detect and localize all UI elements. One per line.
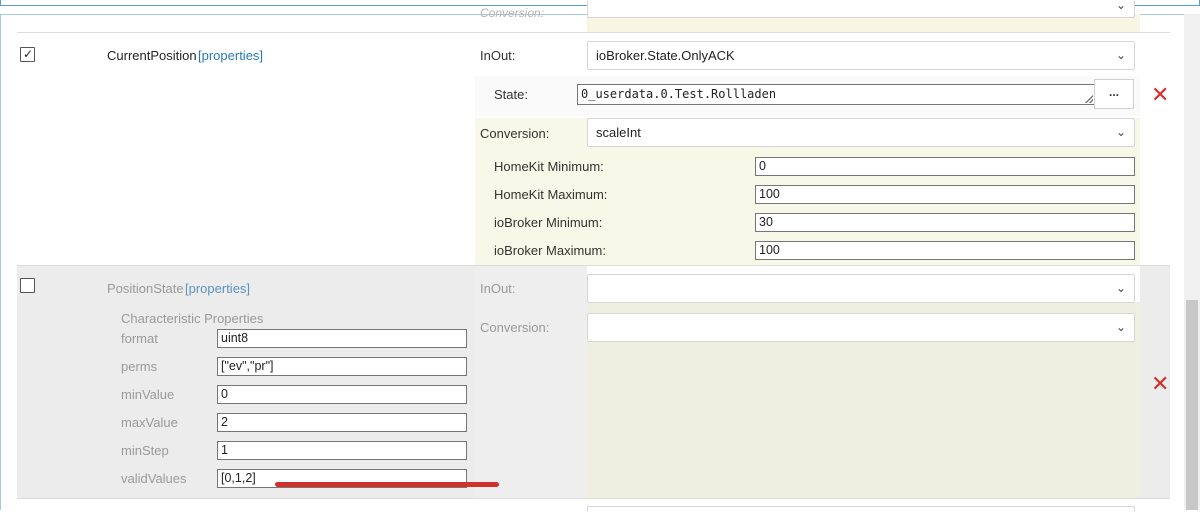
characteristic-name: CurrentPosition (107, 48, 197, 63)
maxvalue-input[interactable]: 2 (217, 413, 467, 432)
inout-label: InOut: (480, 281, 516, 296)
prop-label: minValue (121, 387, 175, 402)
prop-label: validValues (121, 471, 187, 486)
minstep-input[interactable]: 1 (217, 441, 467, 460)
state-label: State: (494, 87, 528, 102)
state-id-input[interactable]: 0_userdata.0.Test.Rollladen (577, 84, 1095, 105)
prop-value: 0 (221, 387, 228, 401)
param-label: ioBroker Maximum: (494, 243, 606, 258)
homekit-minimum-input[interactable]: 0 (755, 157, 1135, 176)
inout-label: InOut: (480, 48, 516, 63)
disabled-row-mid-bg (475, 266, 587, 498)
chevron-down-icon: ⌄ (1115, 281, 1126, 295)
inout-select[interactable]: ⌄ (587, 274, 1135, 303)
prop-value: 1 (221, 443, 228, 457)
inout-select[interactable]: ioBroker.State.OnlyACK ⌄ (587, 41, 1135, 70)
inout-select-value: ioBroker.State.OnlyACK (596, 48, 735, 63)
browse-state-button[interactable]: ... (1094, 79, 1134, 109)
minvalue-input[interactable]: 0 (217, 385, 467, 404)
param-label: ioBroker Minimum: (494, 215, 603, 230)
prop-label: maxValue (121, 415, 178, 430)
delete-icon[interactable]: ✕ (1151, 84, 1169, 106)
perms-input[interactable]: ["ev","pr"] (217, 357, 467, 376)
state-id-value: 0_userdata.0.Test.Rollladen (581, 87, 777, 101)
row-enable-checkbox[interactable] (20, 278, 35, 293)
row-divider (17, 498, 1170, 499)
disabled-row-left-bg (17, 266, 475, 498)
resize-handle-icon[interactable] (1085, 95, 1093, 103)
param-label: HomeKit Maximum: (494, 187, 608, 202)
characteristic-name: PositionState (107, 281, 184, 296)
chevron-down-icon: ⌄ (1115, 320, 1126, 334)
conversion-select[interactable]: ⌄ (587, 313, 1135, 342)
annotation-underline (275, 482, 499, 487)
row-divider (17, 265, 1170, 266)
conversion-select[interactable]: scaleInt ⌄ (587, 118, 1135, 147)
param-label: HomeKit Minimum: (494, 159, 604, 174)
iobroker-minimum-input[interactable]: 30 (755, 213, 1135, 232)
prop-label: minStep (121, 443, 169, 458)
param-value: 30 (759, 215, 773, 229)
prop-value: ["ev","pr"] (221, 359, 274, 373)
row-enable-checkbox[interactable]: ✓ (20, 47, 35, 62)
param-value: 0 (759, 159, 766, 173)
next-row-select[interactable] (587, 506, 1135, 512)
prop-label: format (121, 331, 158, 346)
param-value: 100 (759, 243, 780, 257)
conversion-label: Conversion: (480, 320, 550, 335)
conversion-label: Conversion: (480, 126, 550, 141)
chevron-down-icon: ⌄ (1115, 125, 1126, 139)
conversion-select-value: scaleInt (596, 125, 641, 140)
homekit-maximum-input[interactable]: 100 (755, 185, 1135, 204)
prev-conversion-label: Conversion: (480, 6, 545, 18)
scrollbar-thumb[interactable] (1186, 300, 1198, 510)
prop-label: perms (121, 359, 158, 374)
iobroker-maximum-input[interactable]: 100 (755, 241, 1135, 260)
prop-value: uint8 (221, 331, 249, 345)
delete-icon[interactable]: ✕ (1151, 373, 1169, 395)
format-input[interactable]: uint8 (217, 329, 467, 348)
prop-value: 2 (221, 415, 228, 429)
chevron-down-icon: ⌄ (1115, 0, 1126, 12)
characteristic-properties-title: Characteristic Properties (121, 311, 264, 326)
prop-value: [0,1,2] (221, 471, 256, 485)
checkmark-icon: ✓ (23, 47, 34, 61)
properties-link[interactable]: [properties] (185, 281, 250, 296)
prev-conversion-select[interactable]: ⌄ (587, 0, 1135, 18)
row-divider (17, 32, 1170, 33)
chevron-down-icon: ⌄ (1115, 48, 1126, 62)
param-value: 100 (759, 187, 780, 201)
properties-link[interactable]: [properties] (198, 48, 263, 63)
